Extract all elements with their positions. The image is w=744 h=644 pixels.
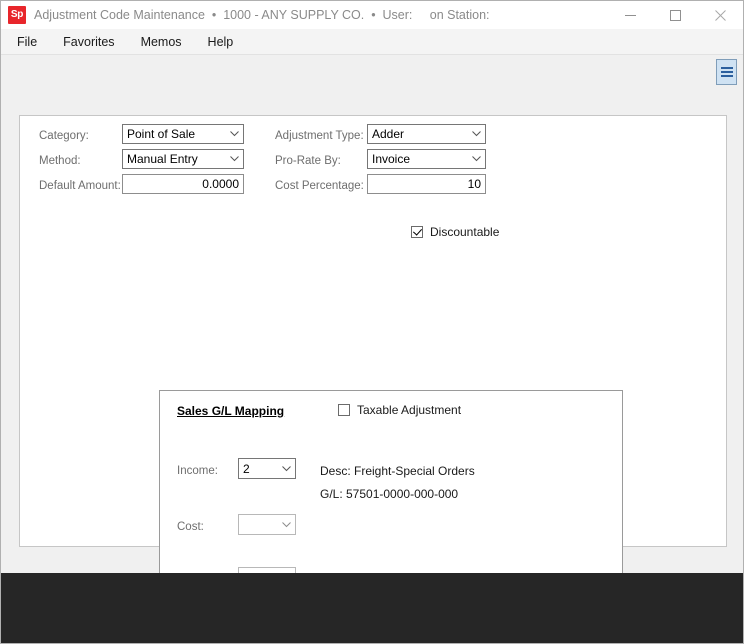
method-select[interactable]: Manual Entry — [122, 149, 244, 169]
chevron-down-icon — [227, 131, 241, 137]
category-select[interactable]: Point of Sale — [122, 124, 244, 144]
notes-line-icon — [720, 67, 733, 69]
taxable-adjustment-checkbox[interactable]: Taxable Adjustment — [338, 403, 461, 417]
category-label: Category: — [39, 130, 89, 142]
income-value: 2 — [243, 461, 250, 476]
notes-button[interactable] — [716, 59, 737, 85]
minimize-icon[interactable] — [608, 1, 653, 29]
sales-gl-mapping-title: Sales G/L Mapping — [177, 404, 285, 418]
discountable-checkbox[interactable]: Discountable — [411, 225, 499, 239]
income-gl-account: G/L: 57501-0000-000-000 — [320, 487, 459, 501]
default-amount-label: Default Amount: — [39, 180, 121, 192]
chevron-down-icon — [227, 156, 241, 162]
pro-rate-by-value: Invoice — [372, 152, 411, 166]
menu-item-favorites[interactable]: Favorites — [61, 33, 116, 51]
header-strip: Adjustment Code: FREIGHT Description: Fr… — [1, 56, 743, 147]
default-amount-input[interactable]: 0.0000 — [122, 174, 244, 194]
menu-bar: File Favorites Memos Help — [1, 29, 743, 55]
close-icon[interactable] — [698, 1, 743, 29]
window-controls — [608, 1, 743, 29]
pro-rate-by-label: Pro-Rate By: — [275, 155, 341, 167]
chevron-down-icon — [279, 465, 293, 472]
app-icon: Sp — [8, 6, 26, 24]
discountable-label: Discountable — [430, 225, 500, 239]
cost-percentage-input[interactable]: 10 — [367, 174, 486, 194]
method-value: Manual Entry — [127, 152, 198, 166]
menu-item-memos[interactable]: Memos — [139, 33, 184, 51]
taxable-adjustment-label: Taxable Adjustment — [357, 403, 462, 417]
chevron-down-icon — [469, 131, 483, 137]
adjustment-type-label: Adjustment Type: — [275, 130, 364, 142]
notes-line-icon — [720, 75, 733, 77]
menu-item-file[interactable]: File — [15, 33, 39, 51]
income-description: Desc: Freight-Special Orders — [320, 464, 475, 478]
method-label: Method: — [39, 155, 81, 167]
maximize-icon[interactable] — [653, 1, 698, 29]
chevron-down-icon — [469, 156, 483, 162]
adjustment-type-value: Adder — [372, 127, 405, 141]
taxable-adjustment-checkbox-box — [338, 404, 350, 416]
application-window: Sp Adjustment Code Maintenance • 1000 - … — [0, 0, 744, 644]
main-content-panel: Category: Point of Sale Method: Manual E… — [19, 115, 727, 635]
cost-label: Cost: — [177, 521, 204, 533]
default-amount-value: 0.0000 — [202, 177, 239, 191]
cost-select[interactable] — [238, 514, 296, 535]
adjustment-type-select[interactable]: Adder — [367, 124, 486, 144]
discountable-checkbox-box — [411, 226, 423, 238]
income-select[interactable]: 2 — [238, 458, 296, 479]
income-label: Income: — [177, 465, 218, 477]
function-key-bar: F1 Next F2 Import F3 Style F4 F5 Templat… — [1, 573, 743, 643]
cost-percentage-value: 10 — [467, 177, 481, 191]
category-value: Point of Sale — [127, 127, 196, 141]
notes-line-icon — [720, 71, 733, 73]
title-bar: Sp Adjustment Code Maintenance • 1000 - … — [1, 1, 743, 29]
pro-rate-by-select[interactable]: Invoice — [367, 149, 486, 169]
menu-item-help[interactable]: Help — [206, 33, 236, 51]
window-title: Adjustment Code Maintenance • 1000 - ANY… — [34, 8, 490, 22]
chevron-down-icon — [279, 521, 293, 528]
cost-percentage-label: Cost Percentage: — [275, 180, 364, 192]
